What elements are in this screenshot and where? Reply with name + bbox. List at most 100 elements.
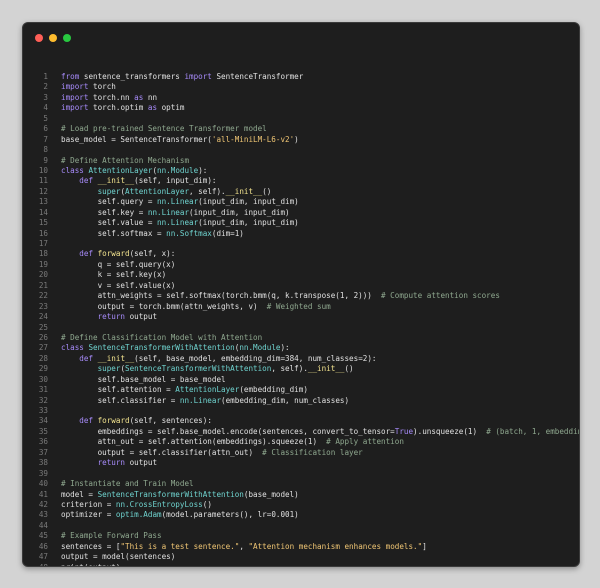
line-source: import torch.optim as optim xyxy=(48,103,184,113)
line-source: super(SentenceTransformerWithAttention, … xyxy=(48,364,354,374)
code-token: nn.Softmax xyxy=(166,228,212,238)
code-line: 34 def forward(self, sentences): xyxy=(31,416,579,426)
code-token: SentenceTransformerWithAttention xyxy=(88,343,235,353)
line-number: 30 xyxy=(38,374,48,384)
line-number: 1 xyxy=(43,72,48,81)
code-token: "Attention mechanism enhances models." xyxy=(248,541,423,551)
line-source xyxy=(48,406,61,416)
line-number: 26 xyxy=(38,332,48,342)
code-token: # Example Forward Pass xyxy=(61,531,162,541)
code-token: # Instantiate and Train Model xyxy=(61,479,194,489)
line-number: 41 xyxy=(38,489,48,499)
code-token: # Apply attention xyxy=(326,437,404,447)
code-token: __init__ xyxy=(97,353,135,363)
line-number: 2 xyxy=(43,82,48,92)
line-number: 25 xyxy=(38,322,48,332)
code-token: q = self.query(x) xyxy=(61,259,176,269)
code-token: () xyxy=(344,364,354,374)
line-number: 28 xyxy=(38,353,48,363)
line-number: 40 xyxy=(38,479,48,489)
close-window-button[interactable] xyxy=(35,34,43,42)
code-token: optim.Adam xyxy=(115,510,162,520)
line-number: 31 xyxy=(38,385,48,395)
code-token: output xyxy=(125,458,158,468)
code-token: def xyxy=(79,249,94,259)
code-line: 10 class AttentionLayer(nn.Module): xyxy=(31,166,579,176)
line-source: def forward(self, x): xyxy=(48,249,175,259)
code-token: return xyxy=(97,458,126,468)
code-token: optimizer = xyxy=(61,510,116,520)
line-source: class SentenceTransformerWithAttention(n… xyxy=(48,343,290,353)
line-source: import torch.nn as nn xyxy=(48,93,157,103)
code-token: nn.Linear xyxy=(179,395,222,405)
line-source: optimizer = optim.Adam(model.parameters(… xyxy=(48,510,299,520)
line-number: 37 xyxy=(38,447,48,457)
minimize-window-button[interactable] xyxy=(49,34,57,42)
line-number: 22 xyxy=(38,291,48,301)
line-number: 47 xyxy=(38,552,48,562)
code-token: sentence_transformers xyxy=(79,72,185,81)
line-source: self.attention = AttentionLayer(embeddin… xyxy=(48,385,308,395)
line-source xyxy=(48,114,61,124)
line-number: 3 xyxy=(43,92,48,102)
line-source: def __init__(self, base_model, embedding… xyxy=(48,354,376,364)
line-source: # Load pre-trained Sentence Transformer … xyxy=(48,124,267,134)
line-source: from sentence_transformers import Senten… xyxy=(48,72,303,82)
code-token: model = xyxy=(61,489,98,499)
code-line: 29 super(SentenceTransformerWithAttentio… xyxy=(31,364,579,374)
line-number: 24 xyxy=(38,312,48,322)
code-token: # Define Attention Mechanism xyxy=(61,155,190,165)
code-token: (embedding_dim, num_classes) xyxy=(221,395,350,405)
line-number: 16 xyxy=(38,228,48,238)
code-line: 23 output = torch.bmm(attn_weights, v) #… xyxy=(31,302,579,312)
code-token: 'all-MiniLM-L6-v2' xyxy=(211,134,295,144)
code-token: SentenceTransformerWithAttention xyxy=(125,364,272,374)
code-token: super xyxy=(97,364,121,374)
line-number: 10 xyxy=(38,165,48,175)
code-line: 47 output = model(sentences) xyxy=(31,552,579,562)
code-token: True xyxy=(394,426,414,436)
code-token: nn.Linear xyxy=(157,197,199,207)
line-number: 6 xyxy=(43,124,48,134)
code-token: (input_dim, input_dim) xyxy=(198,218,299,228)
code-token: "This is a test sentence." xyxy=(120,541,240,551)
line-number: 33 xyxy=(38,406,48,415)
code-token: nn.Module xyxy=(239,343,281,353)
line-source xyxy=(48,521,61,531)
code-token: as xyxy=(147,103,158,113)
line-number: 44 xyxy=(38,520,48,530)
code-token: ).unsqueeze(1) xyxy=(413,426,487,436)
code-line: 3 import torch.nn as nn xyxy=(31,93,579,103)
code-line: 26 # Define Classification Model with Att… xyxy=(31,333,579,343)
code-line: 18 def forward(self, x): xyxy=(31,249,579,259)
line-number: 21 xyxy=(38,280,48,290)
code-token: ] xyxy=(422,541,427,551)
code-token: class xyxy=(61,165,84,175)
code-editor[interactable]: 1 from sentence_transformers import Sente… xyxy=(31,72,579,566)
line-number: 46 xyxy=(38,541,48,551)
line-source: v = self.value(x) xyxy=(48,280,176,291)
code-token: nn xyxy=(143,92,158,102)
line-source xyxy=(48,323,61,333)
code-token: self.key = xyxy=(61,207,148,217)
code-token: SentenceTransformerWithAttention xyxy=(97,489,244,499)
code-token: (base_model) xyxy=(243,489,299,499)
code-token: self.value = xyxy=(61,218,158,228)
code-token: AttentionLayer xyxy=(88,165,153,175)
line-source: return output xyxy=(48,458,157,468)
code-token: forward xyxy=(97,249,130,259)
code-token: (self, x): xyxy=(129,249,176,259)
code-line: 17 xyxy=(31,239,579,249)
code-token: () xyxy=(202,499,212,509)
code-line: 21 v = self.value(x) xyxy=(31,281,579,291)
maximize-window-button[interactable] xyxy=(63,34,71,42)
line-source: super(AttentionLayer, self).__init__() xyxy=(48,187,272,197)
code-token: output xyxy=(125,312,158,322)
line-number: 7 xyxy=(43,134,48,144)
code-line: 39 xyxy=(31,469,579,479)
line-source: criterion = nn.CrossEntropyLoss() xyxy=(48,500,212,510)
line-source: attn_out = self.attention(embeddings).sq… xyxy=(48,437,404,447)
code-token: criterion = xyxy=(61,499,116,509)
code-token: v = self.value(x) xyxy=(61,280,176,290)
